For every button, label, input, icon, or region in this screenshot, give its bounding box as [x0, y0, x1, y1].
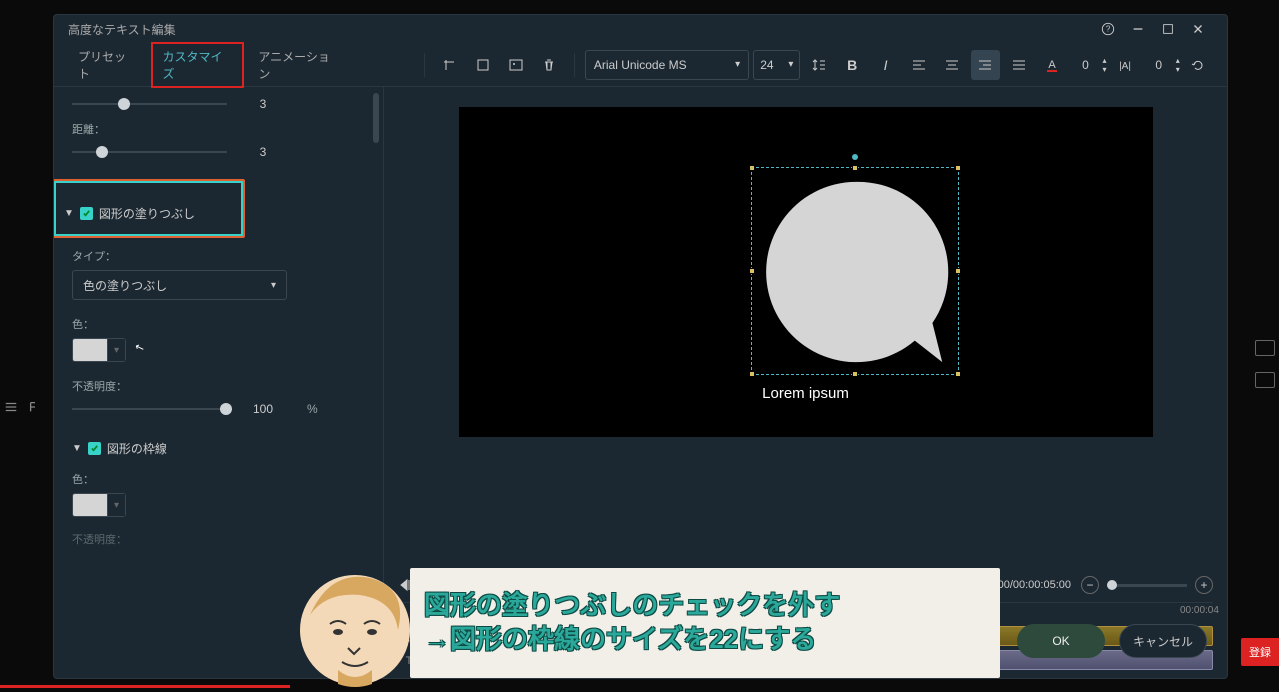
first-slider[interactable] [72, 95, 227, 113]
resize-handle[interactable] [749, 268, 755, 274]
tab-preset[interactable]: プリセット [68, 44, 147, 86]
border-color-swatch[interactable]: ▾ [72, 493, 126, 517]
text-track-icon: T [398, 653, 420, 667]
shape-fill-label: 図形の塗りつぶし [99, 205, 195, 222]
svg-text:T: T [406, 655, 413, 667]
dialog-footer: OK キャンセル [1017, 624, 1207, 658]
expand-triangle2-icon: ▼ [72, 443, 82, 454]
bg-right-icons [1255, 340, 1275, 388]
highlight-box: ▼ 図形の塗りつぶし [54, 179, 245, 238]
opacity-value: 100 [243, 402, 283, 416]
ruler-tick: 00:00:01:15 [680, 605, 733, 616]
text-editor-dialog: 高度なテキスト編集 ? プリセット カスタマイズ アニメーション Arial U… [53, 14, 1228, 679]
align-justify-button[interactable] [1004, 50, 1033, 80]
maximize-button[interactable] [1153, 15, 1183, 43]
shape-fill-section[interactable]: ▼ 図形の塗りつぶし [64, 205, 233, 222]
shape-track-icon [398, 629, 420, 643]
tab-animation[interactable]: アニメーション [248, 44, 349, 86]
close-button[interactable] [1183, 15, 1213, 43]
bg-left-icons [4, 400, 42, 414]
font-size-select[interactable]: 24▾ [753, 50, 800, 80]
transform-icon[interactable] [435, 50, 464, 80]
transport-bar: 00:00:00:00/00:00:05:00 − + [384, 568, 1227, 602]
stop-button[interactable] [470, 578, 484, 592]
mouse-cursor-icon: ↖ [133, 340, 146, 355]
font-select[interactable]: Arial Unicode MS▾ [585, 50, 749, 80]
preview-area: Lorem ipsum 00:00:00:00/00:00:05:00 − + [384, 87, 1227, 678]
refresh-icon[interactable] [1184, 50, 1213, 80]
svg-text:?: ? [1106, 25, 1111, 34]
svg-text:|A|: |A| [1119, 61, 1131, 72]
ruler[interactable]: 00:00:00:00 00:00:01:15 00:00:03:05 00:0… [398, 602, 1213, 624]
italic-button[interactable]: I [871, 50, 900, 80]
rotate-handle[interactable] [852, 154, 858, 160]
kerning-icon[interactable]: |A| [1110, 50, 1139, 80]
opacity-unit: % [307, 402, 318, 416]
window-title: 高度なテキスト編集 [68, 21, 176, 38]
ok-button[interactable]: OK [1017, 624, 1105, 658]
speech-bubble-shape [758, 172, 954, 372]
zoom-slider[interactable] [1107, 584, 1187, 587]
register-tag[interactable]: 登録 [1241, 638, 1279, 666]
zoom-in-button[interactable]: + [1195, 576, 1213, 594]
preview-canvas[interactable]: Lorem ipsum [459, 107, 1153, 437]
ruler-tick: 00:00:03:05 [930, 605, 983, 616]
resize-handle[interactable] [749, 165, 755, 171]
fill-color-swatch[interactable]: ▾ [72, 338, 126, 362]
line-height-icon[interactable] [804, 50, 833, 80]
ruler-tick: 00:00:00:00 [430, 605, 483, 616]
seek-bar[interactable] [504, 583, 932, 587]
prev-frame-button[interactable] [398, 578, 412, 592]
image-icon[interactable] [501, 50, 530, 80]
toolbar-row: プリセット カスタマイズ アニメーション Arial Unicode MS▾ 2… [54, 43, 1227, 87]
type-label: タイプ： [72, 248, 365, 264]
align-right-button[interactable] [971, 50, 1000, 80]
resize-handle[interactable] [955, 268, 961, 274]
distance-label: 距離： [72, 121, 365, 137]
char-spacing-field[interactable]: ▴▾ [1070, 52, 1106, 78]
border-opacity-label: 不透明度： [72, 531, 365, 547]
expand-triangle-icon: ▼ [64, 208, 74, 219]
properties-panel: 3 距離： 3 ▼ 図形の塗りつぶし ↖ タイプ： 色の塗りつぶし▾ 色： ▾ … [54, 87, 384, 678]
ruler-tick: 00:00:04 [1180, 605, 1219, 616]
tracking-field[interactable]: ▴▾ [1144, 52, 1180, 78]
resize-handle[interactable] [852, 165, 858, 171]
color-label: 色： [72, 316, 365, 332]
distance-slider[interactable] [72, 143, 227, 161]
resize-handle[interactable] [955, 371, 961, 377]
first-slider-value: 3 [243, 97, 283, 111]
play-button[interactable] [446, 578, 460, 592]
svg-text:A: A [1048, 59, 1056, 71]
opacity-slider[interactable] [72, 400, 227, 418]
titlebar: 高度なテキスト編集 ? [54, 15, 1227, 43]
tab-customize[interactable]: カスタマイズ [151, 42, 245, 88]
help-icon[interactable]: ? [1093, 15, 1123, 43]
cancel-button[interactable]: キャンセル [1119, 624, 1207, 658]
canvas-caption: Lorem ipsum [459, 385, 1153, 402]
border-color-label: 色： [72, 471, 365, 487]
align-left-button[interactable] [904, 50, 933, 80]
zoom-out-button[interactable]: − [1081, 576, 1099, 594]
resize-handle[interactable] [955, 165, 961, 171]
minimize-button[interactable] [1123, 15, 1153, 43]
video-progress-bar[interactable] [0, 685, 290, 688]
bold-button[interactable]: B [838, 50, 867, 80]
shape-border-label: 図形の枠線 [107, 440, 167, 457]
timecode: 00:00:00:00/00:00:05:00 [952, 579, 1071, 591]
text-color-button[interactable]: A [1037, 50, 1066, 80]
trash-icon[interactable] [535, 50, 564, 80]
align-center-button[interactable] [937, 50, 966, 80]
fill-type-dropdown[interactable]: 色の塗りつぶし▾ [72, 270, 287, 300]
play-pause-button[interactable] [422, 578, 436, 592]
sidebar-scrollbar[interactable] [373, 93, 379, 143]
opacity-label: 不透明度： [72, 378, 365, 394]
resize-handle[interactable] [749, 371, 755, 377]
shape-border-checkbox[interactable] [88, 442, 101, 455]
distance-value: 3 [243, 145, 283, 159]
selection-box[interactable] [751, 167, 959, 375]
shape-fill-checkbox[interactable] [80, 207, 93, 220]
shape-border-section[interactable]: ▼ 図形の枠線 [72, 440, 365, 457]
crop-icon[interactable] [468, 50, 497, 80]
